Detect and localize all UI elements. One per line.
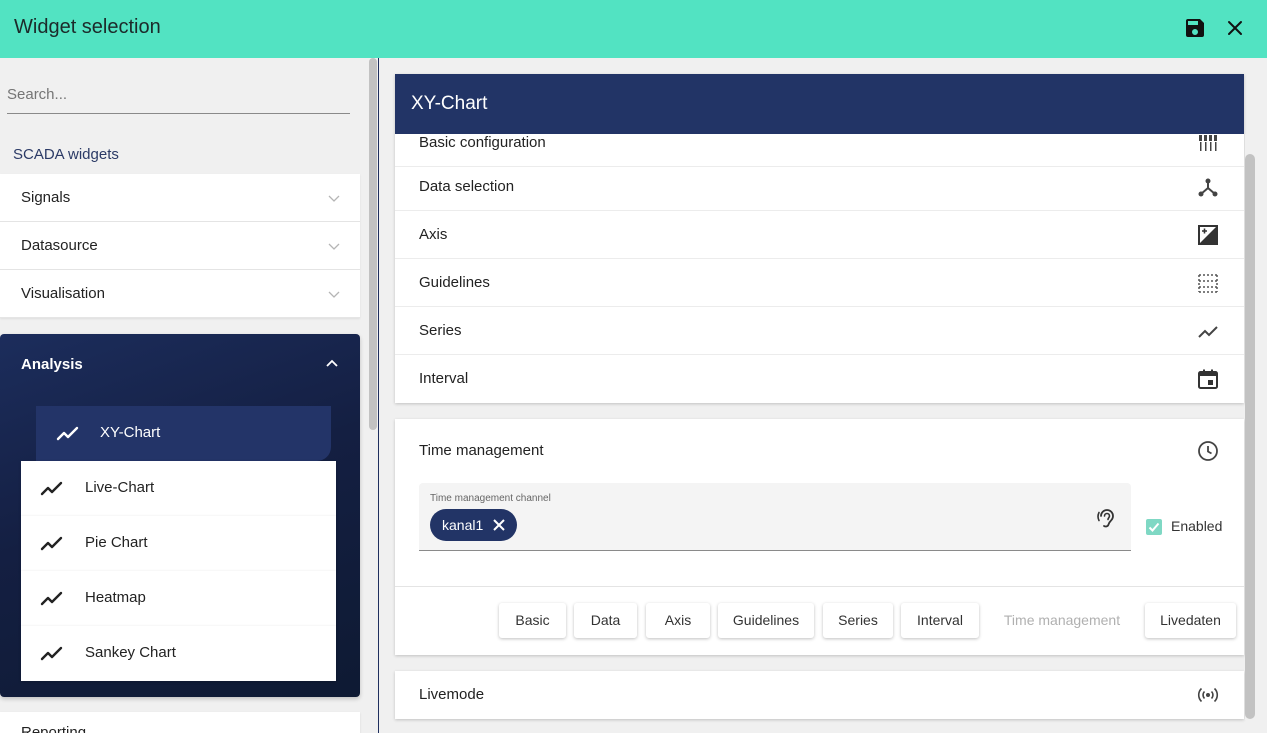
group-reporting[interactable]: Reporting (0, 712, 360, 733)
group-label: Datasource (21, 237, 98, 254)
calendar-icon (1198, 369, 1218, 389)
config-row-series[interactable]: Series (395, 307, 1244, 355)
nav-button-data[interactable]: Data (574, 603, 637, 638)
group-visualisation[interactable]: Visualisation (0, 270, 360, 318)
grid-dots-icon (1198, 274, 1218, 293)
config-row-guidelines[interactable]: Guidelines (395, 259, 1244, 307)
line-chart-icon (40, 536, 63, 551)
check-icon (1148, 522, 1160, 532)
scrollbar-thumb[interactable] (1245, 154, 1255, 719)
chevron-up-icon (326, 359, 338, 367)
nav-button-axis[interactable]: Axis (646, 603, 710, 638)
widget-item-label: Pie Chart (85, 534, 148, 551)
nav-button-guidelines[interactable]: Guidelines (718, 603, 814, 638)
widget-item-label: Live-Chart (85, 479, 155, 496)
widget-item-pie-chart[interactable]: Pie Chart (21, 516, 336, 571)
time-management-title: Time management (419, 442, 544, 459)
config-row-axis[interactable]: Axis (395, 211, 1244, 259)
sliders-icon (1199, 135, 1217, 151)
config-row-label: Interval (419, 370, 469, 387)
nav-button-basic[interactable]: Basic (499, 603, 566, 638)
nav-button-interval[interactable]: Interval (901, 603, 979, 638)
chip-label: kanal1 (442, 517, 484, 533)
widget-item-live-chart[interactable]: Live-Chart (21, 461, 336, 516)
time-management-card: Time management Time management channel … (395, 419, 1244, 655)
close-icon[interactable] (1223, 16, 1247, 40)
merge-icon (1198, 178, 1218, 197)
livemode-label: Livemode (419, 686, 485, 703)
group-label: Analysis (21, 356, 83, 373)
chevron-down-icon (328, 291, 340, 298)
right-scrollbar[interactable] (1245, 134, 1255, 720)
widget-title: XY-Chart (411, 93, 488, 114)
line-chart-icon (40, 646, 63, 661)
config-row-label: Series (419, 322, 462, 339)
broadcast-icon (1197, 687, 1219, 703)
nav-button-time-management: Time management (993, 603, 1131, 638)
widget-item-xy-chart[interactable]: XY-Chart (36, 406, 331, 461)
contrast-icon (1198, 225, 1218, 245)
left-scrollbar[interactable] (368, 58, 378, 733)
group-label: Signals (21, 189, 71, 206)
widget-item-sankey-chart[interactable]: Sankey Chart (21, 626, 336, 681)
enabled-label: Enabled (1171, 518, 1223, 534)
widget-item-label: Heatmap (85, 589, 146, 606)
group-label: Reporting (21, 724, 87, 733)
chevron-down-icon (328, 243, 340, 250)
ear-icon[interactable] (1096, 507, 1118, 529)
widget-item-label: Sankey Chart (85, 644, 176, 661)
panel-divider (378, 58, 379, 733)
chevron-down-icon (328, 195, 340, 202)
section-divider (395, 586, 1244, 587)
clock-icon (1198, 441, 1218, 461)
widget-list-panel: SCADA widgets Signals Datasource Visuali… (0, 58, 368, 733)
group-datasource[interactable]: Datasource (0, 222, 360, 270)
group-signals[interactable]: Signals (0, 174, 360, 222)
section-label: SCADA widgets (13, 146, 119, 163)
nav-button-livedaten[interactable]: Livedaten (1145, 603, 1236, 638)
config-row-data-selection[interactable]: Data selection (395, 163, 1244, 211)
livemode-card[interactable]: Livemode (395, 671, 1244, 719)
widget-item-heatmap[interactable]: Heatmap (21, 571, 336, 626)
title-bar: Widget selection (0, 0, 1267, 58)
line-chart-icon (56, 426, 79, 441)
nav-button-series[interactable]: Series (823, 603, 893, 638)
config-row-label: Data selection (419, 178, 515, 195)
window-title: Widget selection (14, 16, 161, 38)
group-analysis: Analysis XY-Chart Live-Chart Pie Chart H… (0, 334, 360, 697)
enabled-checkbox[interactable] (1146, 519, 1162, 535)
widget-item-label: XY-Chart (100, 424, 161, 441)
config-row-label: Guidelines (419, 274, 490, 291)
search-input[interactable] (7, 76, 350, 114)
group-label: Visualisation (21, 285, 105, 302)
scrollbar-thumb[interactable] (369, 58, 377, 430)
config-row-interval[interactable]: Interval (395, 355, 1244, 403)
trend-icon (1198, 326, 1218, 338)
save-icon[interactable] (1183, 16, 1207, 40)
widget-header: XY-Chart (395, 74, 1244, 134)
group-analysis-header[interactable]: Analysis (0, 334, 360, 394)
config-card: XY-Chart Basic configuration Data select… (395, 74, 1244, 403)
field-label: Time management channel (430, 493, 551, 504)
time-channel-field[interactable]: Time management channel kanal1 (419, 483, 1131, 551)
channel-chip[interactable]: kanal1 (430, 509, 517, 541)
line-chart-icon (40, 591, 63, 606)
config-row-label: Basic configuration (419, 134, 546, 151)
close-icon[interactable] (492, 518, 506, 532)
config-row-label: Axis (419, 226, 448, 243)
line-chart-icon (40, 481, 63, 496)
